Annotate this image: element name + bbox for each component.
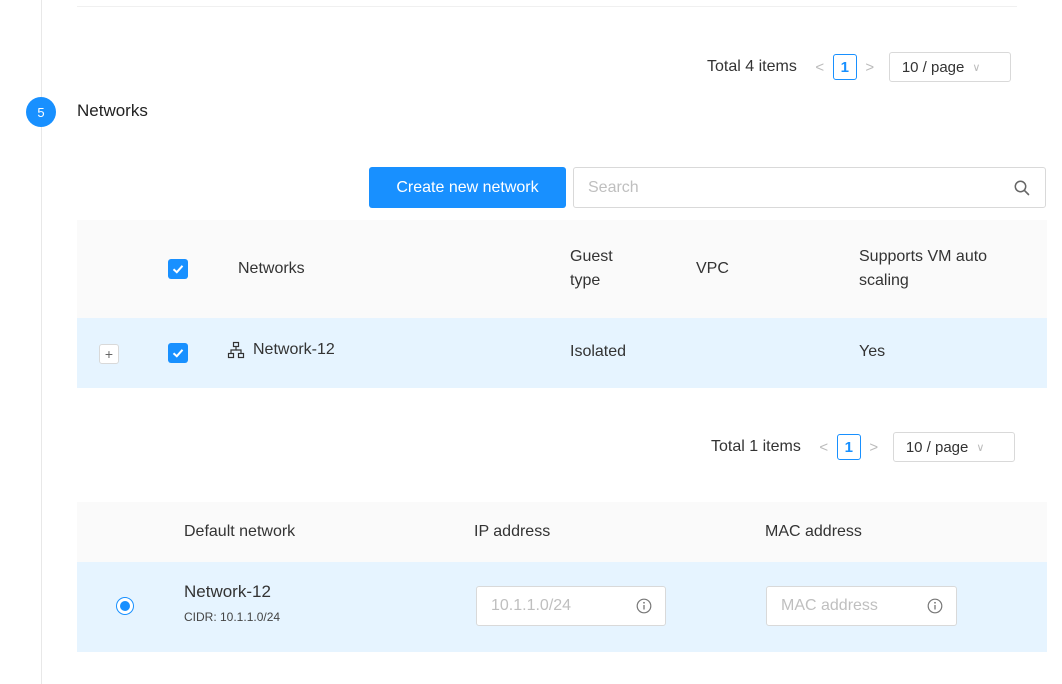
column-header-ip-address: IP address xyxy=(474,523,551,540)
column-header-networks: Networks xyxy=(238,260,305,277)
guest-type-line-1: Guest xyxy=(570,248,613,265)
column-header-autoscaling: Supports VM auto scaling xyxy=(859,245,987,293)
network-icon xyxy=(227,341,245,359)
page-1-button[interactable]: 1 xyxy=(832,54,857,80)
pagination-bottom: Total 1 items < 1 > 10 / page ∨ xyxy=(711,432,1015,462)
table-row[interactable]: Network-12 CIDR: 10.1.1.0/24 xyxy=(77,562,1047,652)
column-header-default-network: Default network xyxy=(184,523,296,540)
pagination-total: Total 4 items xyxy=(707,58,797,75)
create-network-button[interactable]: Create new network xyxy=(369,167,566,208)
search-field[interactable] xyxy=(573,167,1046,208)
page-size-select[interactable]: 10 / page ∨ xyxy=(888,52,1011,82)
mac-address-field[interactable] xyxy=(766,586,957,626)
autoscaling-cell: Yes xyxy=(859,343,886,360)
autoscaling-line-1: Supports VM auto xyxy=(859,248,988,265)
step-number-badge: 5 xyxy=(26,97,56,127)
next-page-icon[interactable]: > xyxy=(859,59,881,76)
select-all-checkbox[interactable] xyxy=(168,259,188,279)
network-name: Network-12 xyxy=(253,341,335,358)
nic-network-name: Network-12 xyxy=(184,582,271,601)
column-header-vpc: VPC xyxy=(696,260,729,277)
table-row[interactable]: + Network-12 Isolated Yes xyxy=(77,318,1047,388)
nic-table-header: Default network IP address MAC address xyxy=(77,502,1047,562)
ip-address-input[interactable] xyxy=(491,597,635,615)
chevron-down-icon: ∨ xyxy=(972,61,981,74)
radio-dot xyxy=(120,601,130,611)
page-1-button[interactable]: 1 xyxy=(836,434,861,460)
mac-address-input[interactable] xyxy=(781,597,926,615)
guest-type-cell: Isolated xyxy=(570,343,627,360)
section-title: Networks xyxy=(77,101,148,120)
section-divider xyxy=(77,6,1017,7)
pagination-top: Total 4 items < 1 > 10 / page ∨ xyxy=(707,52,1011,82)
page-size-select[interactable]: 10 / page ∨ xyxy=(892,432,1015,462)
page-size-value: 10 / page xyxy=(901,58,965,76)
check-icon xyxy=(172,349,184,358)
autoscaling-line-2: scaling xyxy=(859,272,909,289)
column-header-guest-type: Guest type xyxy=(570,245,613,293)
next-page-icon[interactable]: > xyxy=(863,439,885,456)
expand-row-button[interactable]: + xyxy=(99,344,119,364)
chevron-down-icon: ∨ xyxy=(976,441,985,454)
guest-type-line-2: type xyxy=(570,272,601,289)
ip-address-field[interactable] xyxy=(476,586,666,626)
column-header-mac-address: MAC address xyxy=(765,523,862,540)
info-icon[interactable] xyxy=(635,597,653,615)
check-icon xyxy=(172,265,184,274)
network-name-cell: Network-12 xyxy=(227,341,335,359)
info-icon[interactable] xyxy=(926,597,944,615)
networks-table-header: Networks Guest type VPC Supports VM auto… xyxy=(77,220,1047,318)
default-network-radio[interactable] xyxy=(116,597,134,615)
row-checkbox[interactable] xyxy=(168,343,188,363)
prev-page-icon[interactable]: < xyxy=(813,439,835,456)
search-icon[interactable] xyxy=(1013,179,1031,197)
pagination-total: Total 1 items xyxy=(711,438,801,455)
nic-cidr: CIDR: 10.1.1.0/24 xyxy=(184,610,281,624)
search-input[interactable] xyxy=(588,178,1013,197)
prev-page-icon[interactable]: < xyxy=(809,59,831,76)
page-size-value: 10 / page xyxy=(905,438,969,456)
